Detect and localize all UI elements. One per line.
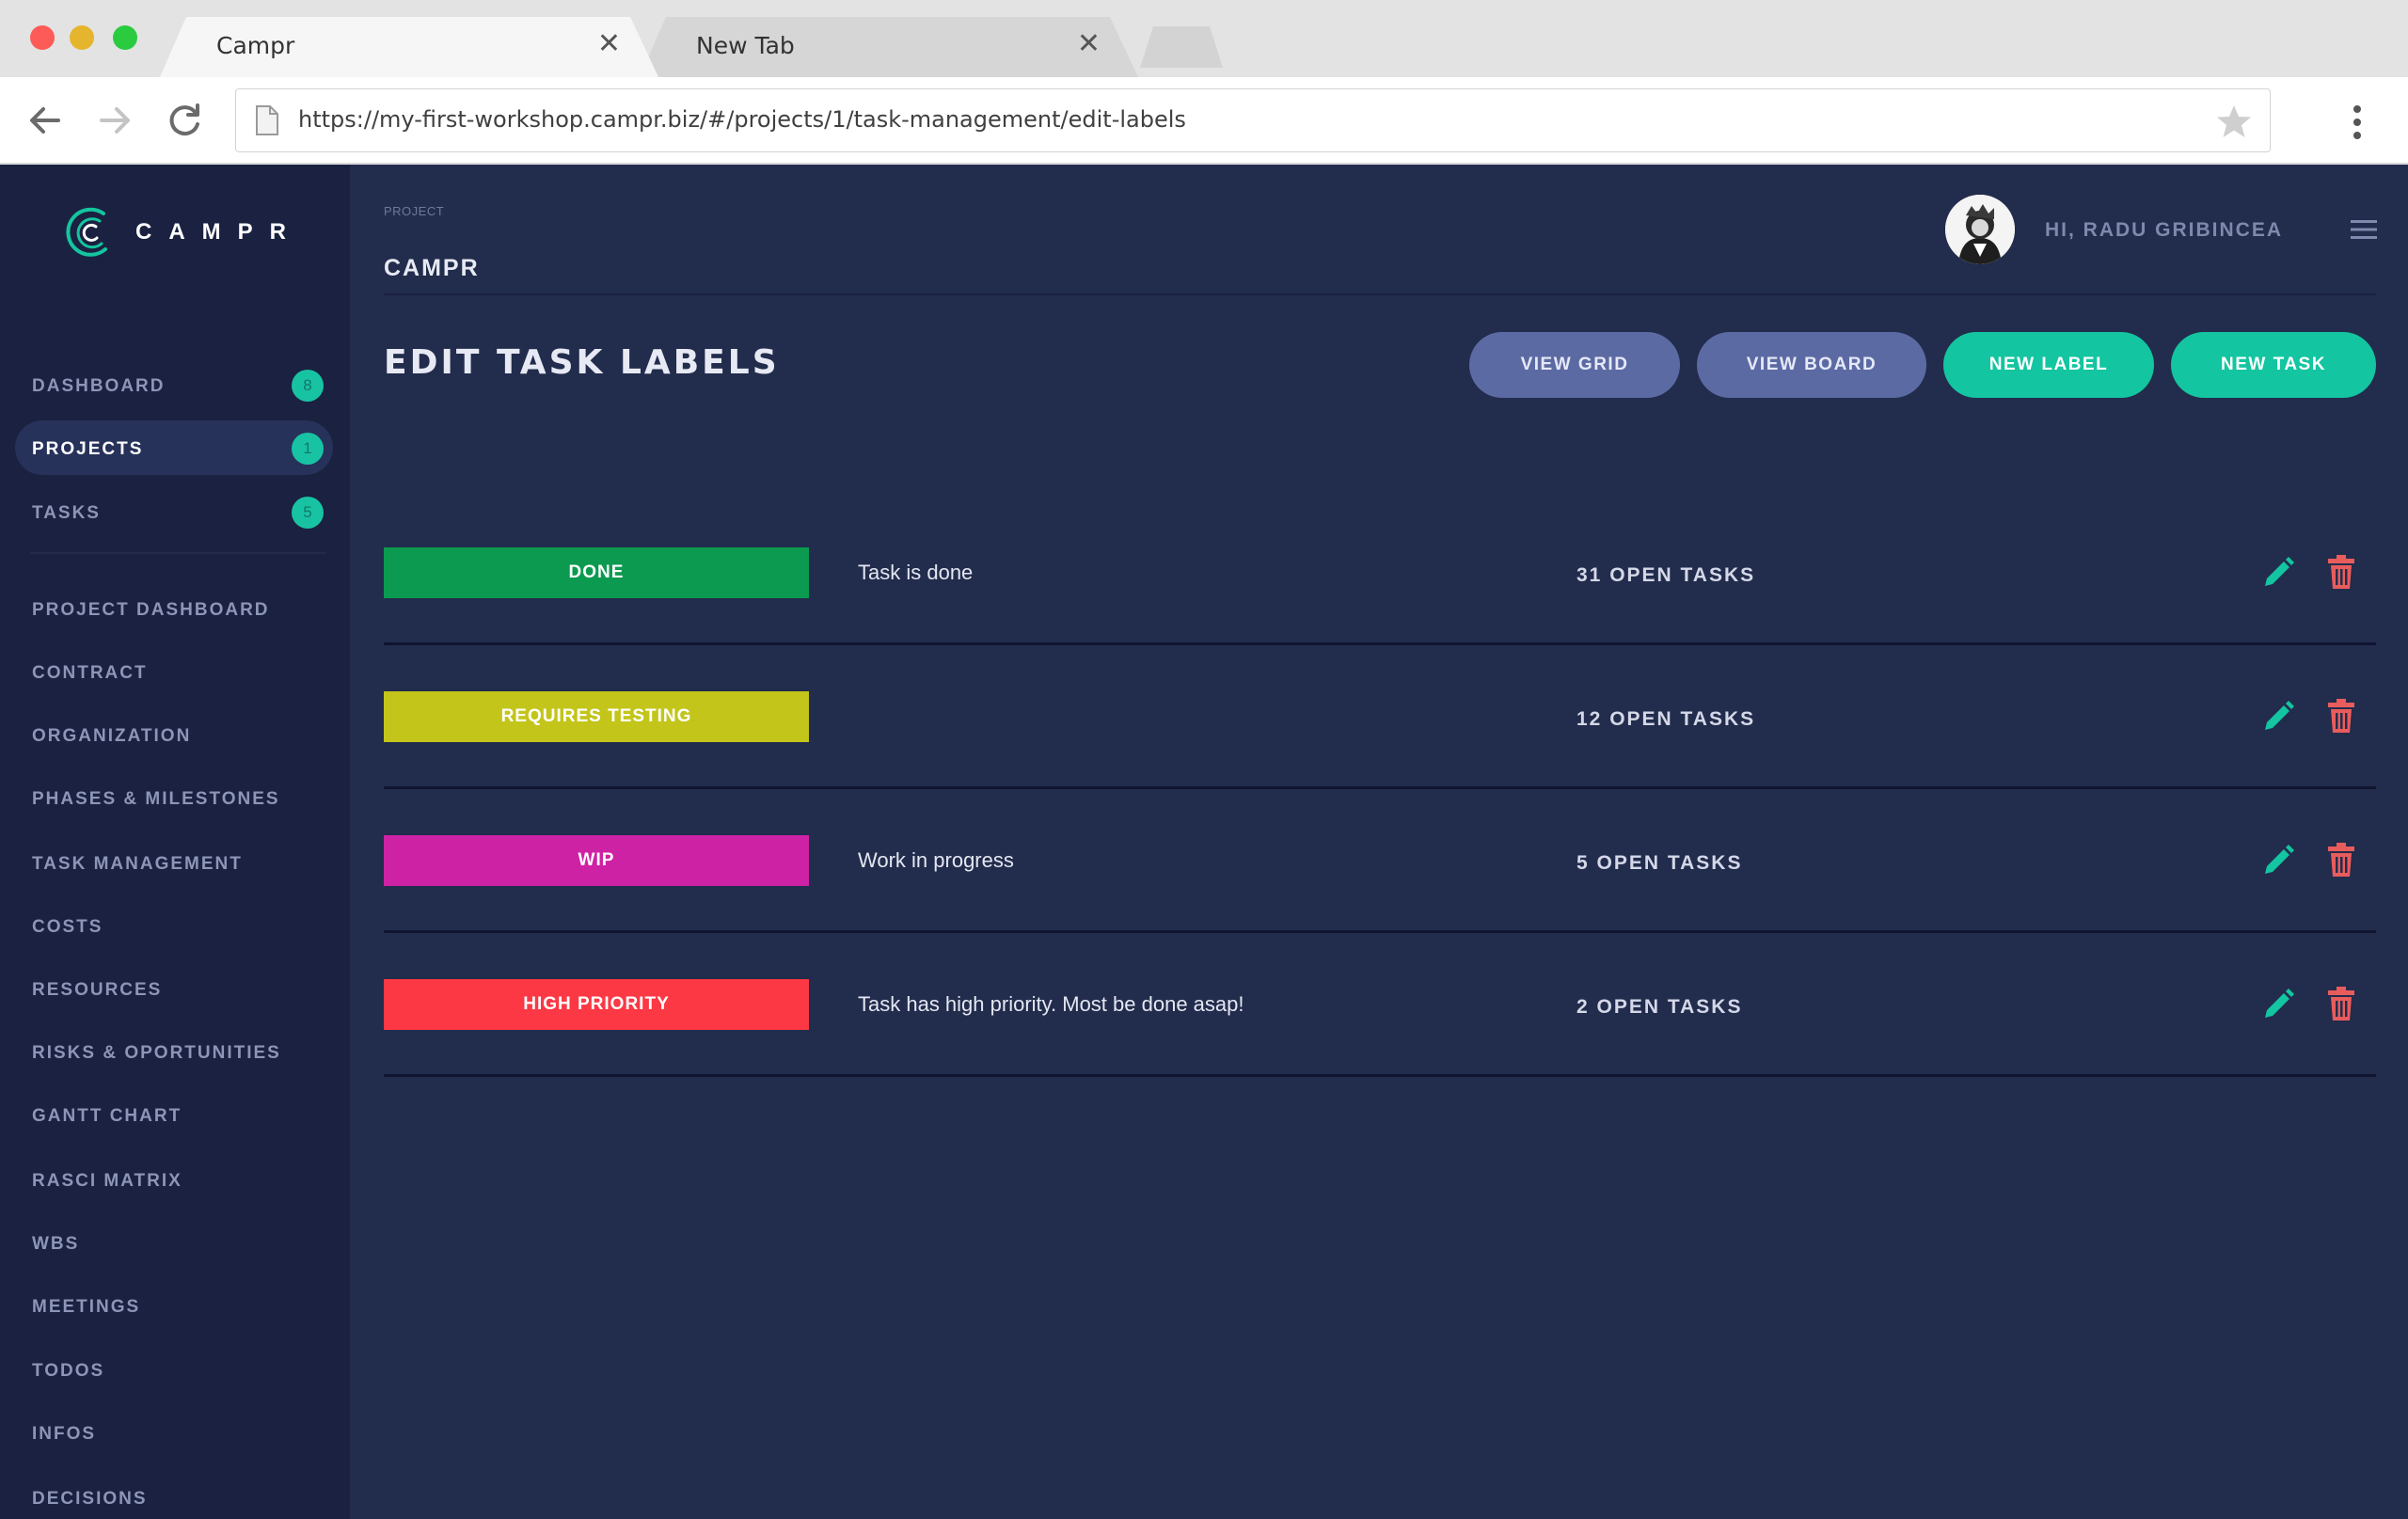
user-greeting[interactable]: HI, RADU GRIBINCEA <box>2045 219 2283 242</box>
logo-text: CAMPR <box>135 219 303 245</box>
label-chip: HIGH PRIORITY <box>384 979 809 1030</box>
avatar[interactable] <box>1945 195 2015 264</box>
tab-close-icon[interactable]: ✕ <box>1077 30 1101 58</box>
page-title: EDIT TASK LABELS <box>384 343 780 382</box>
sidebar-divider <box>30 552 325 554</box>
bookmark-star-icon[interactable] <box>2215 103 2253 140</box>
browser-toolbar: https://my-first-workshop.campr.biz/#/pr… <box>0 77 2408 164</box>
open-tasks-count[interactable]: 31 OPEN TASKS <box>1576 564 1755 587</box>
sidebar-item-label: DASHBOARD <box>32 376 166 396</box>
sidebar-item-resources[interactable]: RESOURCES <box>32 980 162 1001</box>
count-badge: 5 <box>292 497 324 529</box>
hamburger-menu-icon[interactable] <box>2351 217 2377 242</box>
reload-icon[interactable] <box>164 100 205 141</box>
sidebar-item-contract[interactable]: CONTRACT <box>32 663 148 684</box>
header-divider <box>384 293 2376 295</box>
sidebar-item-todos[interactable]: TODOS <box>32 1361 104 1382</box>
sidebar-item-wbs[interactable]: WBS <box>32 1234 79 1255</box>
sidebar-item-decisions[interactable]: DECISIONS <box>32 1489 148 1510</box>
project-name[interactable]: CAMPR <box>384 255 480 282</box>
user-avatar-image <box>1945 195 2015 264</box>
edit-pencil-icon[interactable] <box>2261 700 2295 734</box>
sidebar-item-gantt-chart[interactable]: GANTT CHART <box>32 1106 182 1127</box>
campr-logo-icon <box>66 207 107 257</box>
new-tab-button[interactable] <box>1140 26 1223 68</box>
tab-close-icon[interactable]: ✕ <box>597 30 621 58</box>
sidebar-item-label: PROJECTS <box>32 439 144 459</box>
sidebar-item-project-dashboard[interactable]: PROJECT DASHBOARD <box>32 600 270 621</box>
edit-pencil-icon[interactable] <box>2261 556 2295 590</box>
view-grid-button[interactable]: VIEW GRID <box>1469 332 1680 398</box>
address-bar[interactable]: https://my-first-workshop.campr.biz/#/pr… <box>235 88 2271 152</box>
tab-title: Campr <box>216 32 295 59</box>
label-chip: REQUIRES TESTING <box>384 691 809 742</box>
sidebar-item-meetings[interactable]: MEETINGS <box>32 1297 140 1318</box>
browser-tab-new-tab[interactable]: New Tab ✕ <box>640 17 1138 77</box>
label-row: WIP Work in progress 5 OPEN TASKS <box>384 789 2376 933</box>
count-badge: 8 <box>292 370 324 402</box>
label-row: DONE Task is done 31 OPEN TASKS <box>384 501 2376 645</box>
delete-trash-icon[interactable] <box>2327 986 2355 1021</box>
open-tasks-count[interactable]: 12 OPEN TASKS <box>1576 708 1755 731</box>
edit-pencil-icon[interactable] <box>2261 844 2295 878</box>
label-description: Task has high priority. Most be done asa… <box>858 992 1244 1016</box>
close-window-button[interactable] <box>30 25 55 50</box>
sidebar-item-risks-oportunities[interactable]: RISKS & OPORTUNITIES <box>32 1043 281 1064</box>
sidebar: CAMPR DASHBOARD 8 PROJECTS 1 TASKS 5 PRO… <box>0 165 350 1519</box>
forward-arrow-icon[interactable] <box>94 100 135 141</box>
minimize-window-button[interactable] <box>70 25 94 50</box>
sidebar-item-organization[interactable]: ORGANIZATION <box>32 726 191 747</box>
sidebar-item-rasci-matrix[interactable]: RASCI MATRIX <box>32 1171 182 1192</box>
maximize-window-button[interactable] <box>113 25 137 50</box>
edit-pencil-icon[interactable] <box>2261 988 2295 1021</box>
breadcrumb-label: PROJECT <box>384 204 445 218</box>
url-text[interactable]: https://my-first-workshop.campr.biz/#/pr… <box>298 106 1186 133</box>
browser-menu-icon[interactable] <box>2346 102 2368 143</box>
delete-trash-icon[interactable] <box>2327 554 2355 590</box>
back-arrow-icon[interactable] <box>24 100 66 141</box>
new-task-button[interactable]: NEW TASK <box>2171 332 2376 398</box>
sidebar-item-phases-milestones[interactable]: PHASES & MILESTONES <box>32 789 280 810</box>
browser-tab-bar: New Tab ✕ Campr ✕ <box>0 0 2408 77</box>
label-description: Work in progress <box>858 848 1014 872</box>
label-description: Task is done <box>858 561 974 584</box>
label-chip: WIP <box>384 835 809 886</box>
sidebar-item-dashboard[interactable]: DASHBOARD 8 <box>15 357 333 412</box>
main-content: PROJECT CAMPR HI, RADU GRIBINCEA EDIT TA… <box>350 165 2408 1519</box>
open-tasks-count[interactable]: 5 OPEN TASKS <box>1576 852 1742 875</box>
sidebar-item-tasks[interactable]: TASKS 5 <box>15 484 333 539</box>
sidebar-item-infos[interactable]: INFOS <box>32 1424 96 1445</box>
count-badge: 1 <box>292 433 324 465</box>
open-tasks-count[interactable]: 2 OPEN TASKS <box>1576 996 1742 1019</box>
delete-trash-icon[interactable] <box>2327 842 2355 878</box>
sidebar-item-projects[interactable]: PROJECTS 1 <box>15 420 333 475</box>
app-root: CAMPR DASHBOARD 8 PROJECTS 1 TASKS 5 PRO… <box>0 165 2408 1519</box>
delete-trash-icon[interactable] <box>2327 698 2355 734</box>
label-chip: DONE <box>384 547 809 598</box>
view-board-button[interactable]: VIEW BOARD <box>1697 332 1926 398</box>
tab-title: New Tab <box>696 32 795 59</box>
sidebar-item-label: TASKS <box>32 503 101 523</box>
page-icon <box>256 105 278 135</box>
sidebar-item-task-management[interactable]: TASK MANAGEMENT <box>32 854 243 875</box>
label-row: REQUIRES TESTING 12 OPEN TASKS <box>384 645 2376 789</box>
campr-logo[interactable]: CAMPR <box>62 202 303 262</box>
new-label-button[interactable]: NEW LABEL <box>1943 332 2154 398</box>
sidebar-item-costs[interactable]: COSTS <box>32 917 103 938</box>
label-row: HIGH PRIORITY Task has high priority. Mo… <box>384 933 2376 1077</box>
browser-tab-campr[interactable]: Campr ✕ <box>160 17 658 77</box>
